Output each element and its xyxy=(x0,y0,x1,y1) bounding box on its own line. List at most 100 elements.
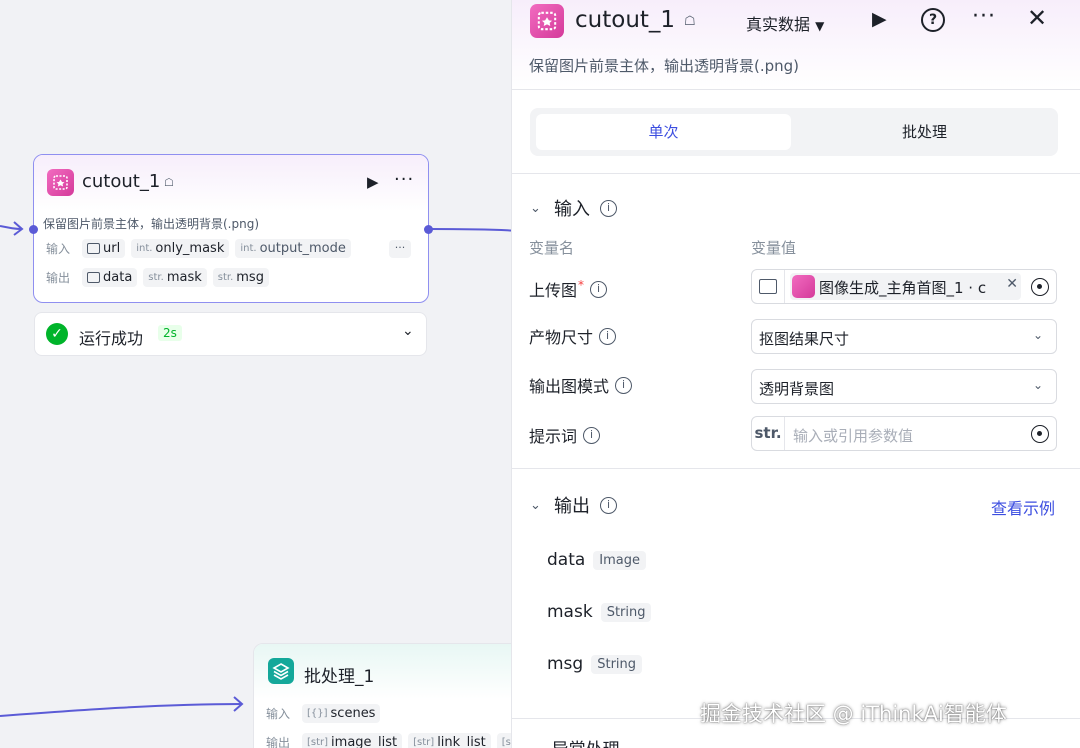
batch-inputs-label: 输入 xyxy=(266,707,291,721)
batch-outputs-row: 输出 [str]image_list [str]link_list [str]c xyxy=(266,733,532,748)
image-cutout-icon xyxy=(47,169,74,196)
batch-output-chip-link-list: [str] link_list xyxy=(408,733,491,748)
column-header-value: 变量值 xyxy=(751,239,797,257)
batch-outputs-label: 输出 xyxy=(266,736,291,748)
divider xyxy=(512,173,1080,174)
param-label-prompt: 提示词 i xyxy=(529,423,601,447)
caret-down-icon: ▼ xyxy=(815,19,825,33)
input-section-title: 输入 xyxy=(554,199,590,220)
batch-node-header: 批处理_1 xyxy=(254,644,532,699)
batch-node-title: 批处理_1 xyxy=(304,667,375,687)
batch-node[interactable]: 批处理_1 输入 [{}] scenes 输出 [str] image_list [… xyxy=(253,643,533,748)
cutout-node[interactable]: cutout_1 ☖ ▶ ··· 保留图片前景主体，输出透明背景(.png) 输… xyxy=(33,154,429,303)
outputs-label: 输出 xyxy=(46,271,71,285)
input-section-header[interactable]: ⌄ 输入 i xyxy=(530,195,617,221)
output-type-badge: String xyxy=(591,654,643,674)
chevron-right-icon: › xyxy=(529,744,534,748)
chevron-down-icon[interactable]: ⌄ xyxy=(402,323,414,339)
cutout-node-header: cutout_1 ☖ ▶ ··· xyxy=(34,155,428,211)
output-mode-value: 透明背景图 xyxy=(759,380,835,398)
output-type-badge: Image xyxy=(593,550,647,570)
exception-section-header[interactable]: › 异常处理 xyxy=(529,735,620,748)
info-icon[interactable]: i xyxy=(615,376,633,394)
output-chip-msg: str. msg xyxy=(212,268,269,287)
info-icon[interactable]: i xyxy=(599,327,617,345)
panel-title[interactable]: cutout_1 xyxy=(575,7,675,33)
param-label-mode: 输出图模式 i xyxy=(529,373,633,397)
success-check-icon: ✓ xyxy=(46,323,68,345)
view-example-link[interactable]: 查看示例 xyxy=(991,495,1055,519)
more-params-button[interactable]: ··· xyxy=(389,240,411,258)
variable-ref-icon[interactable] xyxy=(1031,425,1049,443)
run-status-bar[interactable]: ✓ 运行成功 2s ⌄ xyxy=(34,312,427,356)
more-icon[interactable]: ··· xyxy=(972,4,996,29)
panel-description: 保留图片前景主体，输出透明背景(.png) xyxy=(529,57,800,75)
input-port[interactable] xyxy=(29,225,38,234)
string-type-badge: str. xyxy=(752,417,785,450)
info-icon[interactable]: i xyxy=(583,426,601,444)
image-type-icon xyxy=(87,243,100,254)
status-text: 运行成功 xyxy=(79,329,144,348)
mode-tabs: 单次 批处理 xyxy=(530,108,1058,156)
column-header-name: 变量名 xyxy=(529,239,575,257)
batch-inputs-row: 输入 [{}] scenes xyxy=(266,704,381,723)
output-item: data Image xyxy=(547,550,647,570)
edge-into-batch xyxy=(0,703,243,717)
node-settings-panel: cutout_1 ☖ 真实数据 ▼ ▶ ? ··· ✕ 保留图片前景主体，输出透… xyxy=(511,0,1080,748)
output-chip-mask: str. mask xyxy=(143,268,207,287)
chevron-down-icon: ⌄ xyxy=(530,497,541,513)
output-item: msg String xyxy=(547,654,643,674)
node-title: cutout_1 xyxy=(82,171,161,192)
panel-header: cutout_1 ☖ 真实数据 ▼ ▶ ? ··· ✕ 保留图片前景主体，输出透… xyxy=(512,0,1080,90)
more-icon[interactable]: ··· xyxy=(394,169,414,190)
divider xyxy=(512,468,1080,469)
prompt-placeholder: 输入或引用参数值 xyxy=(793,427,914,445)
variable-ref-icon[interactable] xyxy=(1031,278,1049,296)
batch-output-chip-image-list: [str] image_list xyxy=(302,733,403,748)
cloud-plugin-icon: ☖ xyxy=(684,14,696,29)
help-circle-icon[interactable]: ? xyxy=(921,8,945,32)
node-description: 保留图片前景主体，输出透明背景(.png) xyxy=(43,217,260,231)
size-select[interactable]: 抠图结果尺寸 ⌄ xyxy=(751,319,1057,354)
output-chip-data: data xyxy=(82,268,138,287)
watermark: 掘金技术社区 @ iThinkAi智能体 xyxy=(700,702,1007,726)
play-icon[interactable]: ▶ xyxy=(367,173,379,191)
reference-chip[interactable]: 图像生成_主角首图_1 · c ✕ xyxy=(790,273,1021,300)
remove-icon[interactable]: ✕ xyxy=(1003,276,1018,292)
tab-single[interactable]: 单次 xyxy=(536,114,791,150)
image-gen-icon xyxy=(792,275,815,298)
input-chip-only-mask: int. only_mask xyxy=(131,239,230,258)
info-icon[interactable]: i xyxy=(600,199,617,217)
inputs-label: 输入 xyxy=(46,242,71,256)
info-icon[interactable]: i xyxy=(590,280,608,298)
input-chip-output-mode: int. output_mode xyxy=(235,239,351,258)
chevron-down-icon: ⌄ xyxy=(1032,328,1043,342)
info-icon[interactable]: i xyxy=(600,496,617,514)
duration-badge: 2s xyxy=(158,325,182,341)
param-label-upload: 上传图 * i xyxy=(529,277,608,301)
output-port[interactable] xyxy=(424,225,433,234)
param-label-size: 产物尺寸 i xyxy=(529,324,617,348)
node-inputs-row: 输入 url int. only_mask int. output_mode xyxy=(46,239,351,258)
upload-image-field[interactable]: 图像生成_主角首图_1 · c ✕ xyxy=(751,269,1057,304)
play-icon[interactable]: ▶ xyxy=(872,8,887,30)
tab-batch[interactable]: 批处理 xyxy=(797,114,1052,150)
close-icon[interactable]: ✕ xyxy=(1027,4,1047,32)
output-mode-select[interactable]: 透明背景图 ⌄ xyxy=(751,369,1057,404)
image-type-icon xyxy=(87,272,100,283)
output-type-badge: String xyxy=(600,602,652,622)
batch-input-chip-scenes: [{}] scenes xyxy=(302,704,381,723)
output-item: mask String xyxy=(547,602,652,622)
chevron-down-icon: ⌄ xyxy=(530,200,541,216)
required-mark: * xyxy=(578,278,585,292)
chevron-down-icon: ⌄ xyxy=(1032,378,1043,392)
data-mode-dropdown[interactable]: 真实数据 ▼ xyxy=(746,11,824,35)
edge-out-cutout xyxy=(428,228,521,232)
input-chip-url: url xyxy=(82,239,126,258)
output-section-header[interactable]: ⌄ 输出 i xyxy=(530,492,617,518)
output-section-title: 输出 xyxy=(554,496,590,517)
prompt-input[interactable]: str. 输入或引用参数值 xyxy=(751,416,1057,451)
layers-icon xyxy=(268,658,294,684)
size-select-value: 抠图结果尺寸 xyxy=(759,330,850,348)
image-icon xyxy=(752,270,785,303)
